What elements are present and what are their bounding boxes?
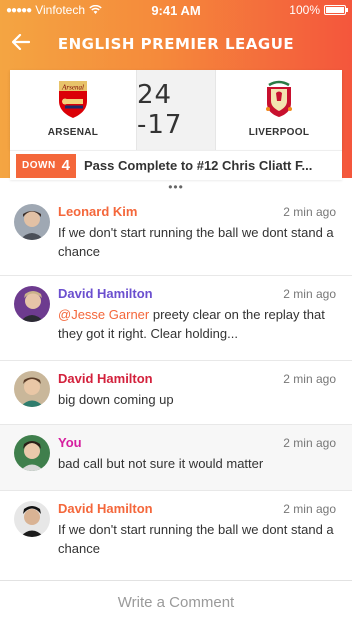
battery-icon: [324, 5, 348, 15]
page-title: ENGLISH PREMIER LEAGUE: [57, 35, 295, 53]
score-box: 24 -17: [136, 70, 216, 150]
home-team[interactable]: Arsenal ARSENAL: [10, 70, 136, 150]
carrier-label: Vinfotech: [35, 3, 86, 17]
comment-item: David Hamilton 2 min ago If we don't sta…: [0, 491, 352, 572]
comment-time: 2 min ago: [283, 286, 336, 301]
avatar[interactable]: [14, 435, 50, 471]
avatar[interactable]: [14, 286, 50, 322]
home-team-name: ARSENAL: [47, 127, 99, 138]
comment-author[interactable]: David Hamilton: [58, 501, 153, 516]
comment-text: bad call but not sure it would matter: [58, 456, 264, 471]
avatar[interactable]: [14, 204, 50, 240]
score-display: 24 -17: [137, 80, 183, 140]
down-label: DOWN: [22, 160, 56, 171]
down-number: 4: [61, 157, 71, 174]
comment-author[interactable]: David Hamilton: [58, 371, 153, 386]
comment-text: If we don't start running the ball we do…: [58, 522, 334, 556]
down-badge: DOWN 4: [16, 153, 77, 178]
comment-time: 2 min ago: [283, 204, 336, 219]
play-description: Pass Complete to #12 Chris Cliatt F...: [84, 158, 313, 173]
comment-text: If we don't start running the ball we do…: [58, 225, 334, 259]
comment-author[interactable]: Leonard Kim: [58, 204, 137, 219]
score-card: Arsenal ARSENAL 24 -17 LIVERPOOL: [10, 70, 342, 150]
nav-bar: ENGLISH PREMIER LEAGUE: [0, 26, 352, 62]
comment-time: 2 min ago: [283, 371, 336, 386]
compose-bar: [0, 580, 352, 624]
comment-text: big down coming up: [58, 392, 174, 407]
status-bar: ●●●●● Vinfotech 9:41 AM 100%: [0, 0, 352, 20]
comment-time: 2 min ago: [283, 435, 336, 450]
comment-item-own: You 2 min ago bad call but not sure it w…: [0, 425, 352, 491]
battery-percent: 100%: [289, 3, 320, 17]
comments-list: Leonard Kim 2 min ago If we don't start …: [0, 194, 352, 572]
back-arrow-icon[interactable]: [12, 30, 30, 50]
liverpool-crest-icon: [266, 80, 292, 117]
away-team[interactable]: LIVERPOOL: [216, 70, 342, 150]
svg-text:Arsenal: Arsenal: [61, 84, 84, 92]
mention-link[interactable]: @Jesse Garner: [58, 307, 149, 322]
wifi-icon: [89, 5, 102, 14]
away-team-name: LIVERPOOL: [248, 127, 310, 138]
comment-time: 2 min ago: [283, 501, 336, 516]
comment-item: David Hamilton 2 min ago @Jesse Garner p…: [0, 276, 352, 361]
comment-item: David Hamilton 2 min ago big down coming…: [0, 361, 352, 425]
avatar[interactable]: [14, 501, 50, 537]
comment-author[interactable]: David Hamilton: [58, 286, 153, 301]
avatar[interactable]: [14, 371, 50, 407]
comment-author[interactable]: You: [58, 435, 82, 450]
comment-text: @Jesse Garner preety clear on the replay…: [58, 307, 325, 341]
comment-input[interactable]: [26, 594, 326, 611]
signal-dots-icon: ●●●●●: [6, 4, 32, 16]
clock: 9:41 AM: [151, 2, 201, 18]
play-by-play-bar[interactable]: DOWN 4 Pass Complete to #12 Chris Cliatt…: [10, 150, 342, 180]
comment-item: Leonard Kim 2 min ago If we don't start …: [0, 194, 352, 276]
arsenal-crest-icon: Arsenal: [59, 81, 87, 118]
